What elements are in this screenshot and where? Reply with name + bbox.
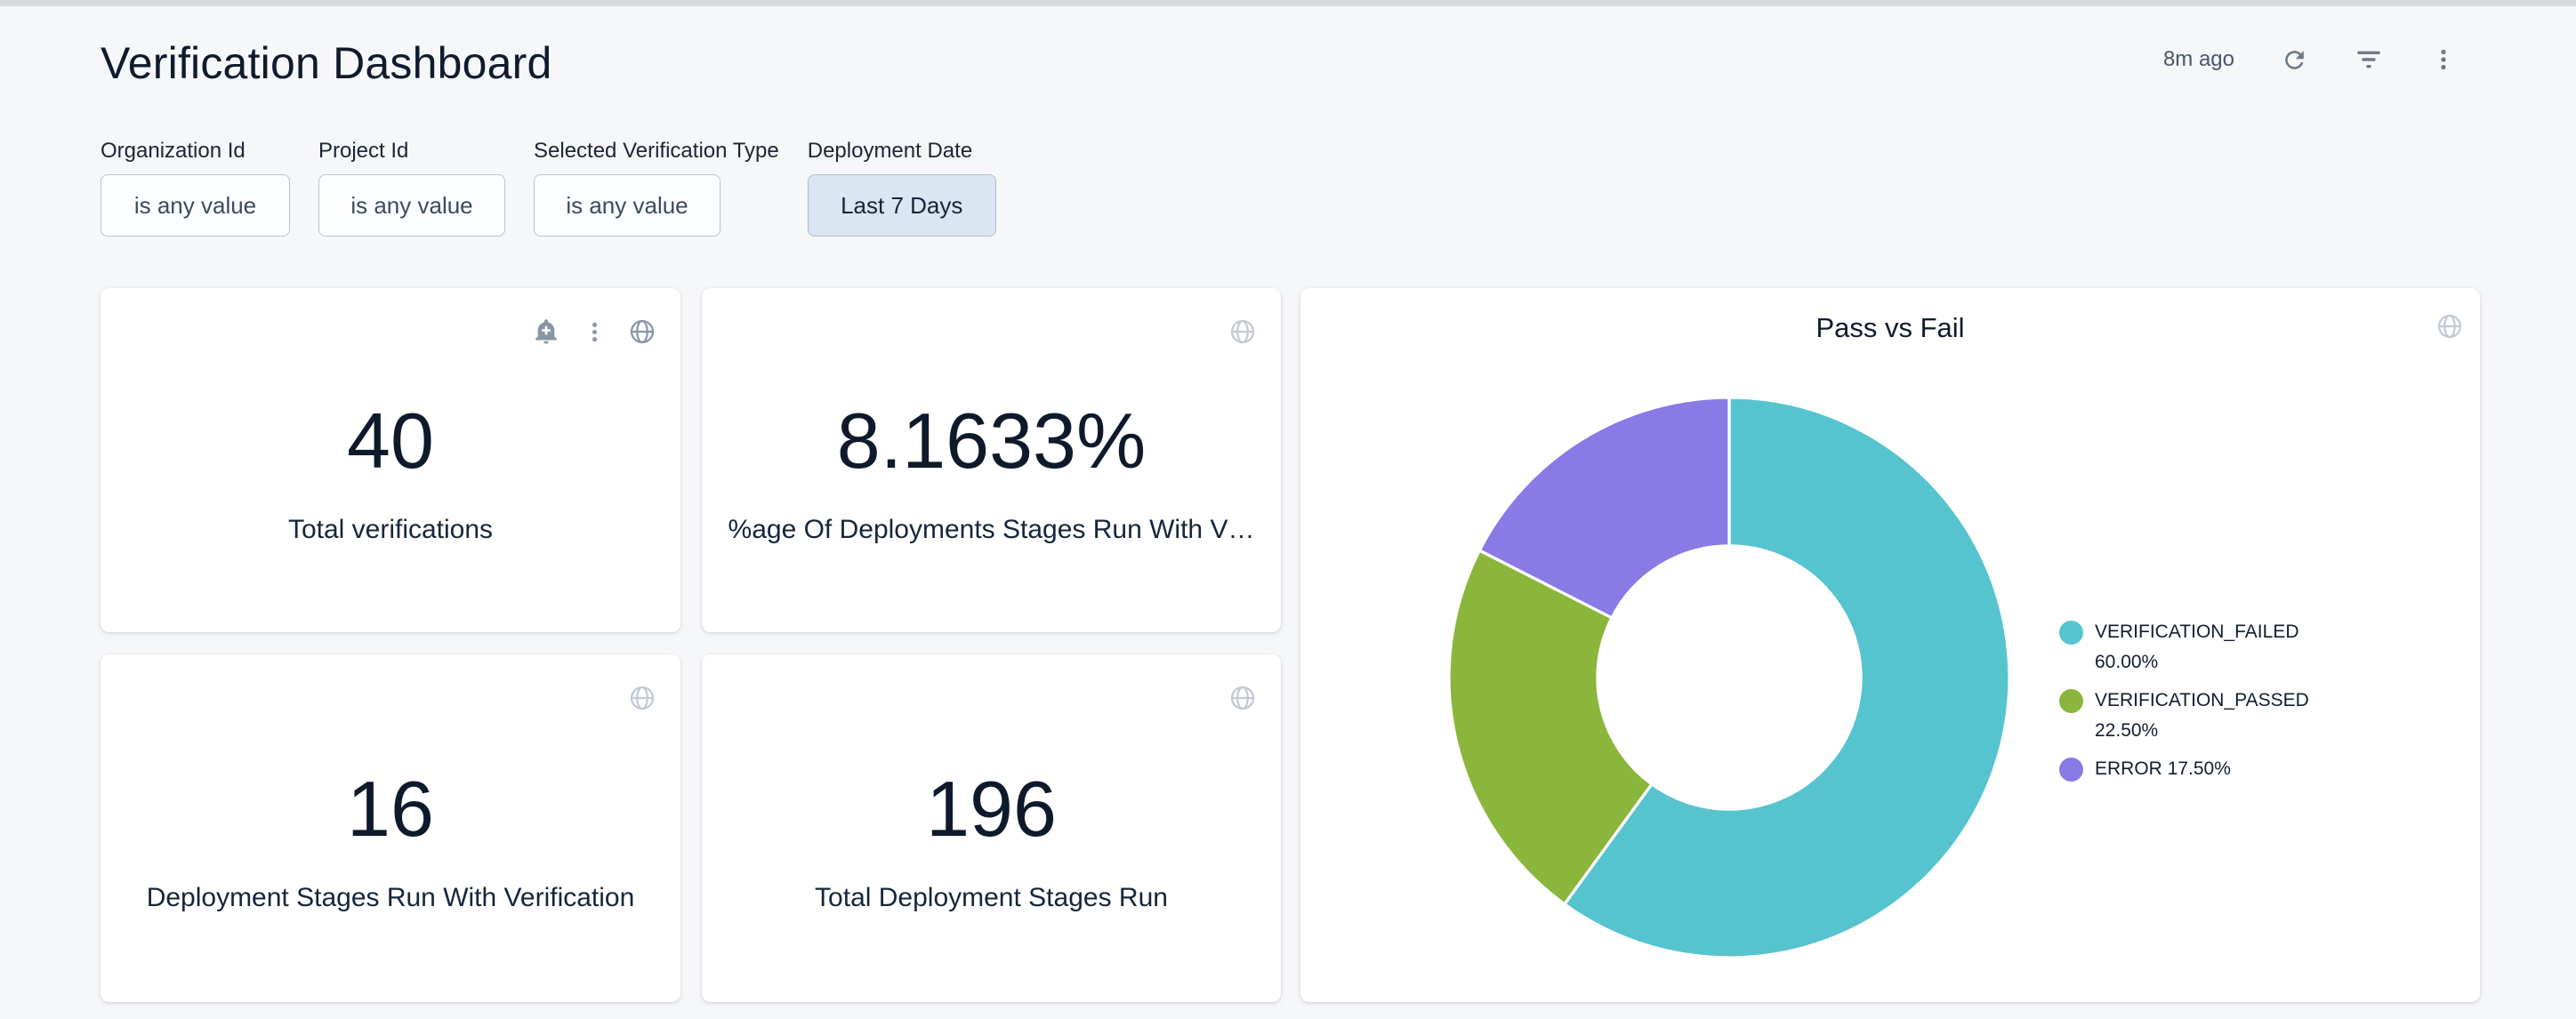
- filter-value-chip[interactable]: is any value: [318, 174, 505, 237]
- tile-value: 40: [347, 402, 434, 480]
- tile-timezone-button[interactable]: [1228, 317, 1258, 347]
- verification-dashboard-page: { "header": { "title": "Verification Das…: [0, 0, 2576, 1019]
- tile-label: Total Deployment Stages Run: [815, 882, 1168, 914]
- filter-deployment-date: Deployment Date Last 7 Days: [808, 139, 996, 237]
- legend-label: VERIFICATION_FAILED 60.00%: [2095, 617, 2328, 678]
- globe-icon: [1228, 684, 1257, 712]
- dashboard-menu-button[interactable]: [2428, 44, 2459, 75]
- tile-hover-actions: [1228, 683, 1258, 713]
- legend-item-verification-failed[interactable]: VERIFICATION_FAILED 60.00%: [2059, 617, 2328, 678]
- tile-value: 16: [347, 770, 434, 848]
- tile-body: 196 Total Deployment Stages Run: [702, 654, 1281, 1002]
- filters-toggle-button[interactable]: [2354, 44, 2384, 75]
- pass-vs-fail-chart-card: Pass vs Fail VERIFICATION_FAILED 60.00% …: [1300, 288, 2480, 1002]
- refresh-icon: [2281, 46, 2308, 74]
- tile-deployment-stages-run-with-verification: 16 Deployment Stages Run With Verificati…: [101, 654, 680, 1002]
- tile-label: %age Of Deployments Stages Run With V…: [729, 514, 1255, 546]
- tile-value: 196: [926, 770, 1057, 848]
- refresh-button[interactable]: [2279, 44, 2309, 75]
- donut-chart: [1446, 395, 2012, 960]
- legend-swatch-icon: [2059, 689, 2083, 713]
- add-alert-icon: [532, 317, 560, 346]
- filter-value-chip[interactable]: Last 7 Days: [808, 174, 996, 237]
- kebab-menu-icon: [582, 319, 608, 345]
- legend-swatch-icon: [2059, 621, 2083, 645]
- tile-total-deployment-stages-run: 196 Total Deployment Stages Run: [702, 654, 1281, 1002]
- filter-label: Organization Id: [101, 139, 290, 164]
- tile-timezone-button[interactable]: [1228, 683, 1258, 713]
- filter-icon: [2354, 44, 2384, 75]
- tile-timezone-button[interactable]: [627, 683, 657, 713]
- tile-value: 8.1633%: [837, 402, 1146, 480]
- legend-label: ERROR 17.50%: [2095, 754, 2231, 784]
- tile-timezone-button[interactable]: [2435, 311, 2465, 341]
- legend-item-error[interactable]: ERROR 17.50%: [2059, 754, 2328, 784]
- globe-icon: [1228, 317, 1257, 346]
- chart-legend: VERIFICATION_FAILED 60.00% VERIFICATION_…: [2059, 617, 2328, 792]
- legend-item-verification-passed[interactable]: VERIFICATION_PASSED 22.50%: [2059, 686, 2328, 746]
- tile-body: 8.1633% %age Of Deployments Stages Run W…: [702, 288, 1281, 632]
- kebab-menu-icon: [2430, 46, 2457, 73]
- chart-title: Pass vs Fail: [1300, 312, 2480, 344]
- globe-icon: [628, 684, 656, 712]
- tile-body: 16 Deployment Stages Run With Verificati…: [101, 654, 680, 1002]
- header-controls: 8m ago: [2163, 44, 2459, 75]
- window-top-edge: [0, 0, 2576, 6]
- tile-hover-actions: [531, 317, 657, 347]
- filter-label: Project Id: [318, 139, 505, 164]
- filter-label: Selected Verification Type: [534, 139, 779, 164]
- dashboard-header: Verification Dashboard 8m ago: [101, 37, 2480, 92]
- tiles-grid: 40 Total verifications 8.1633% %age Of D…: [101, 288, 2480, 1002]
- filter-label: Deployment Date: [808, 139, 996, 164]
- set-alert-button[interactable]: [531, 317, 561, 347]
- filters-bar: Organization Id is any value Project Id …: [101, 139, 2480, 237]
- filter-value-chip[interactable]: is any value: [101, 174, 290, 237]
- tile-hover-actions: [627, 683, 657, 713]
- filter-organization-id: Organization Id is any value: [101, 139, 290, 237]
- tile-total-verifications: 40 Total verifications: [101, 288, 680, 632]
- tile-hover-actions: [1228, 317, 1258, 347]
- filter-value-chip[interactable]: is any value: [534, 174, 720, 237]
- pass-vs-fail-donut[interactable]: [1446, 395, 2012, 960]
- globe-icon: [2435, 312, 2464, 341]
- tile-timezone-button[interactable]: [627, 317, 657, 347]
- filter-project-id: Project Id is any value: [318, 139, 505, 237]
- last-updated-timestamp: 8m ago: [2163, 47, 2234, 72]
- tile-pct-deployment-stages-with-verification: 8.1633% %age Of Deployments Stages Run W…: [702, 288, 1281, 632]
- page-title: Verification Dashboard: [101, 37, 2480, 89]
- dashboard-content: Verification Dashboard 8m ago Organizati…: [101, 6, 2480, 1002]
- tile-label: Deployment Stages Run With Verification: [147, 882, 635, 914]
- globe-icon: [628, 317, 656, 346]
- filter-selected-verification-type: Selected Verification Type is any value: [534, 139, 779, 237]
- legend-label: VERIFICATION_PASSED 22.50%: [2095, 686, 2328, 746]
- tile-menu-button[interactable]: [579, 317, 609, 347]
- tile-label: Total verifications: [288, 514, 493, 546]
- legend-swatch-icon: [2059, 758, 2083, 782]
